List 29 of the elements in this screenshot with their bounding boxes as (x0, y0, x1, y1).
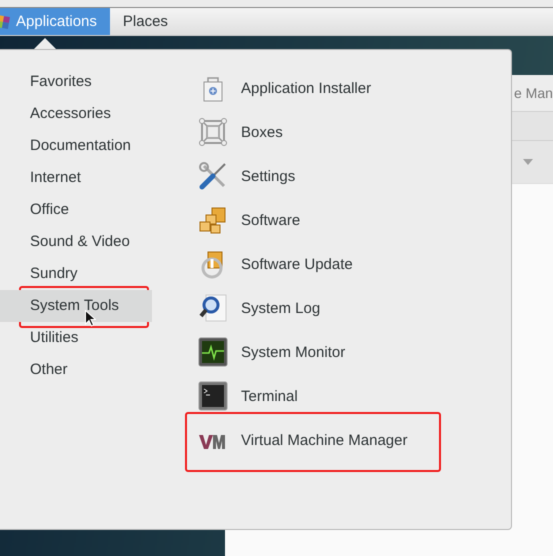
frame-icon (198, 117, 228, 147)
menu-category[interactable]: Other (0, 358, 152, 382)
menu-category[interactable]: Documentation (0, 134, 152, 158)
magnifier-icon (198, 293, 228, 323)
pulse-monitor-icon (198, 337, 228, 367)
menu-app-item[interactable]: System Log (185, 293, 408, 323)
menu-app-item[interactable]: Settings (185, 161, 408, 191)
tools-icon (198, 161, 228, 191)
menu-app-item[interactable]: Application Installer (185, 73, 408, 103)
menu-app-item[interactable]: Software (185, 205, 408, 235)
terminal-icon (198, 381, 228, 411)
menu-app-item[interactable]: Terminal (185, 381, 408, 411)
window-title: e Man (514, 85, 553, 101)
menu-app-item[interactable]: Software Update (185, 249, 408, 279)
menu-category[interactable]: Sundry (0, 262, 152, 286)
menu-app-item[interactable]: System Monitor (185, 337, 408, 367)
menu-category[interactable]: Internet (0, 166, 152, 190)
menu-app-item[interactable]: Boxes (185, 117, 408, 147)
menu-app-item[interactable]: Virtual Machine Manager (185, 425, 408, 455)
menu-category[interactable]: Accessories (0, 102, 152, 126)
menu-category[interactable]: Sound & Video (0, 230, 152, 254)
dropdown-arrow-icon[interactable] (523, 159, 533, 165)
menu-category[interactable]: Office (0, 198, 152, 222)
flower-logo-icon (0, 14, 10, 28)
top-bar-menu[interactable]: Places (110, 8, 181, 35)
mouse-pointer-icon (85, 310, 96, 327)
menu-category[interactable]: Favorites (0, 70, 152, 94)
packages-icon (198, 205, 228, 235)
menu-category[interactable]: Utilities (0, 326, 152, 350)
